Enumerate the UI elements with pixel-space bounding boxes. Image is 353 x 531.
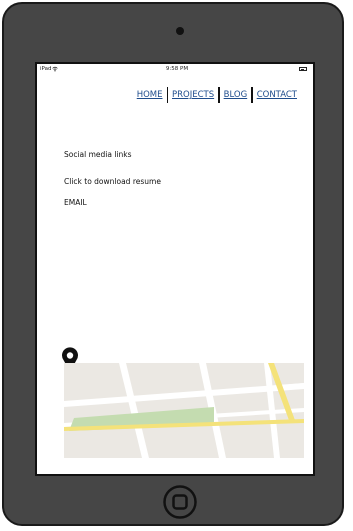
top-nav: HOME PROJECTS BLOG CONTACT (133, 87, 301, 103)
wifi-icon (52, 66, 58, 72)
tablet-device: iPad 9:58 PM HOME PROJECTS BLOG CONTACT … (2, 2, 344, 526)
nav-contact-link[interactable]: CONTACT (253, 90, 301, 100)
tablet-screen: iPad 9:58 PM HOME PROJECTS BLOG CONTACT … (35, 62, 315, 476)
status-time: 9:58 PM (165, 66, 189, 72)
camera-icon (176, 27, 184, 35)
nav-blog-link[interactable]: BLOG (220, 90, 252, 100)
resume-download-link[interactable]: Click to download resume (64, 177, 161, 186)
nav-projects-link[interactable]: PROJECTS (168, 90, 218, 100)
nav-home-link[interactable]: HOME (133, 90, 167, 100)
battery-icon (299, 67, 307, 71)
email-link[interactable]: EMAIL (64, 198, 87, 207)
social-links-text[interactable]: Social media links (64, 150, 132, 159)
status-bar: iPad 9:58 PM (37, 64, 313, 76)
carrier-label: iPad (40, 66, 52, 72)
location-map[interactable] (64, 363, 304, 458)
home-button-icon[interactable] (163, 485, 197, 519)
